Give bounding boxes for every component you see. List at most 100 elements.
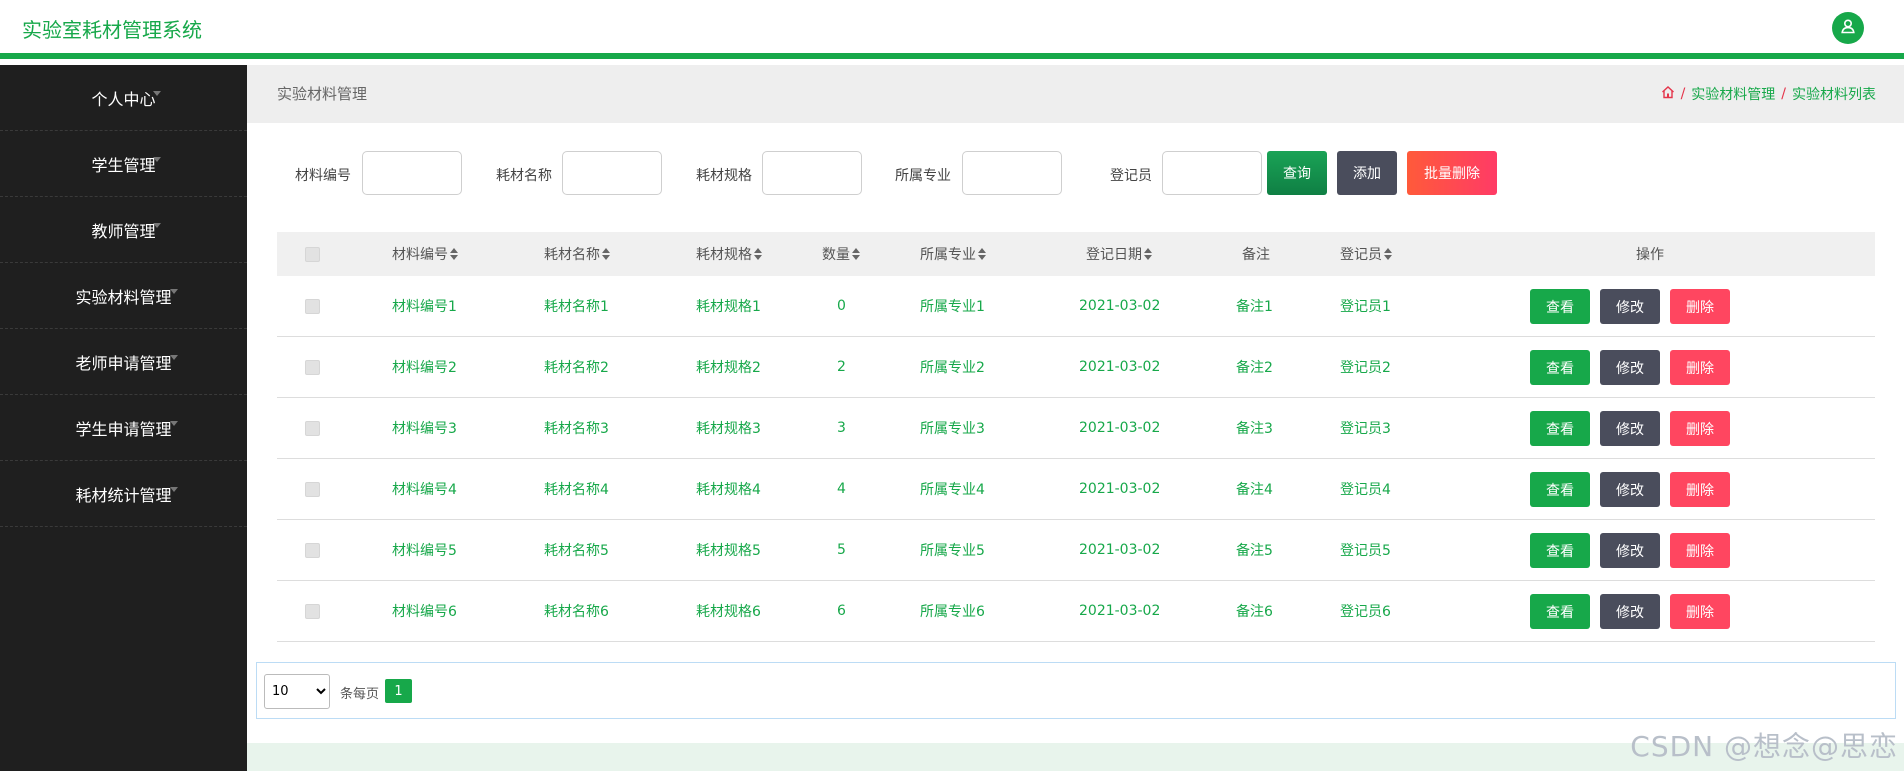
registrar-label: 登记员	[1110, 168, 1152, 184]
sort-icon	[450, 248, 458, 260]
cell-code: 材料编号1	[392, 299, 457, 315]
query-button[interactable]: 查询	[1267, 151, 1327, 195]
cell-spec: 耗材规格6	[696, 604, 761, 620]
row-checkbox[interactable]	[305, 603, 320, 619]
delete-button[interactable]: 删除	[1670, 350, 1730, 385]
search-form: 材料编号 耗材名称 耗材规格 所属专业 登记员 查询 添加 批量删除	[247, 151, 1904, 197]
table-header: 材料编号 耗材名称 耗材规格 数量 所属专业 登记日期 备注 登记员 操作	[277, 232, 1875, 276]
view-button[interactable]: 查看	[1530, 411, 1590, 446]
cell-spec: 耗材规格5	[696, 543, 761, 559]
table-row: 材料编号4 耗材名称4 耗材规格4 4 所属专业4 2021-03-02 备注4…	[277, 459, 1875, 520]
sidebar-item-personal-center[interactable]: 个人中心	[0, 65, 247, 131]
chevron-down-icon	[153, 91, 161, 96]
delete-button[interactable]: 删除	[1670, 289, 1730, 324]
cell-code: 材料编号6	[392, 604, 457, 620]
cell-spec: 耗材规格4	[696, 482, 761, 498]
sidebar-item-label: 实验材料管理	[75, 287, 172, 307]
cell-code: 材料编号3	[392, 421, 457, 437]
sidebar-nav: 个人中心 学生管理 教师管理 实验材料管理 老师申请管理 学生申请管理 耗材统计…	[0, 65, 247, 771]
material-code-input[interactable]	[362, 151, 462, 195]
delete-button[interactable]: 删除	[1670, 594, 1730, 629]
cell-name: 耗材名称1	[544, 299, 609, 315]
sort-icon	[1144, 248, 1152, 260]
sidebar-item-student-application[interactable]: 学生申请管理	[0, 395, 247, 461]
view-button[interactable]: 查看	[1530, 289, 1590, 324]
edit-button[interactable]: 修改	[1600, 533, 1660, 568]
row-checkbox[interactable]	[305, 420, 320, 436]
view-button[interactable]: 查看	[1530, 594, 1590, 629]
view-button[interactable]: 查看	[1530, 472, 1590, 507]
cell-date: 2021-03-02	[1079, 359, 1161, 375]
column-header-spec[interactable]: 耗材规格	[696, 232, 762, 276]
column-header-major[interactable]: 所属专业	[920, 232, 986, 276]
cell-note: 备注2	[1236, 360, 1273, 376]
cell-date: 2021-03-02	[1079, 298, 1161, 314]
row-checkbox[interactable]	[305, 481, 320, 497]
view-button[interactable]: 查看	[1530, 350, 1590, 385]
delete-button[interactable]: 删除	[1670, 411, 1730, 446]
column-header-registrar[interactable]: 登记员	[1340, 232, 1392, 276]
column-header-name[interactable]: 耗材名称	[544, 232, 610, 276]
cell-registrar: 登记员3	[1340, 421, 1391, 437]
sidebar-item-statistics[interactable]: 耗材统计管理	[0, 461, 247, 527]
view-button[interactable]: 查看	[1530, 533, 1590, 568]
material-table: 材料编号 耗材名称 耗材规格 数量 所属专业 登记日期 备注 登记员 操作 材料…	[277, 232, 1875, 642]
row-checkbox[interactable]	[305, 298, 320, 314]
major-input[interactable]	[962, 151, 1062, 195]
edit-button[interactable]: 修改	[1600, 594, 1660, 629]
column-header-date[interactable]: 登记日期	[1086, 232, 1152, 276]
table-row: 材料编号2 耗材名称2 耗材规格2 2 所属专业2 2021-03-02 备注2…	[277, 337, 1875, 398]
table-row: 材料编号3 耗材名称3 耗材规格3 3 所属专业3 2021-03-02 备注3…	[277, 398, 1875, 459]
breadcrumb-link-material-management[interactable]: 实验材料管理	[1691, 84, 1775, 104]
page-number-current[interactable]: 1	[385, 679, 412, 703]
user-avatar[interactable]	[1832, 12, 1864, 44]
edit-button[interactable]: 修改	[1600, 472, 1660, 507]
cell-registrar: 登记员4	[1340, 482, 1391, 498]
delete-button[interactable]: 删除	[1670, 472, 1730, 507]
breadcrumb-bar: 实验材料管理 / 实验材料管理 / 实验材料列表	[247, 65, 1904, 123]
column-header-quantity[interactable]: 数量	[822, 232, 860, 276]
cell-registrar: 登记员1	[1340, 299, 1391, 315]
sort-icon	[754, 248, 762, 260]
sidebar-item-label: 学生管理	[91, 155, 156, 175]
sort-icon	[1384, 248, 1392, 260]
home-icon[interactable]	[1661, 85, 1675, 103]
cell-quantity: 4	[837, 481, 846, 497]
sidebar-item-teacher-management[interactable]: 教师管理	[0, 197, 247, 263]
breadcrumb: / 实验材料管理 / 实验材料列表	[1661, 84, 1876, 104]
cell-registrar: 登记员2	[1340, 360, 1391, 376]
cell-quantity: 0	[837, 298, 846, 314]
cell-quantity: 2	[837, 359, 846, 375]
batch-delete-button[interactable]: 批量删除	[1407, 151, 1497, 195]
column-header-code[interactable]: 材料编号	[392, 232, 458, 276]
cell-date: 2021-03-02	[1079, 420, 1161, 436]
edit-button[interactable]: 修改	[1600, 411, 1660, 446]
page-size-select[interactable]: 10	[264, 674, 330, 709]
select-all-checkbox[interactable]	[305, 246, 320, 262]
sidebar-item-teacher-application[interactable]: 老师申请管理	[0, 329, 247, 395]
registrar-input[interactable]	[1162, 151, 1262, 195]
cell-name: 耗材名称3	[544, 421, 609, 437]
sidebar-item-material-management[interactable]: 实验材料管理	[0, 263, 247, 329]
per-page-label: 条每页	[340, 687, 380, 702]
edit-button[interactable]: 修改	[1600, 289, 1660, 324]
app-title: 实验室耗材管理系统	[22, 18, 202, 42]
watermark: CSDN @想念@思恋	[1630, 730, 1898, 763]
column-header-note: 备注	[1242, 247, 1270, 263]
add-button[interactable]: 添加	[1337, 151, 1397, 195]
chevron-down-icon	[153, 223, 161, 228]
material-name-input[interactable]	[562, 151, 662, 195]
cell-spec: 耗材规格2	[696, 360, 761, 376]
sidebar-item-student-management[interactable]: 学生管理	[0, 131, 247, 197]
row-checkbox[interactable]	[305, 542, 320, 558]
delete-button[interactable]: 删除	[1670, 533, 1730, 568]
table-row: 材料编号6 耗材名称6 耗材规格6 6 所属专业6 2021-03-02 备注6…	[277, 581, 1875, 642]
chevron-down-icon	[153, 157, 161, 162]
row-checkbox[interactable]	[305, 359, 320, 375]
user-icon	[1840, 18, 1856, 38]
breadcrumb-separator: /	[1680, 86, 1686, 102]
cell-major: 所属专业2	[920, 360, 985, 376]
material-spec-input[interactable]	[762, 151, 862, 195]
top-header: 实验室耗材管理系统	[0, 0, 1904, 59]
edit-button[interactable]: 修改	[1600, 350, 1660, 385]
